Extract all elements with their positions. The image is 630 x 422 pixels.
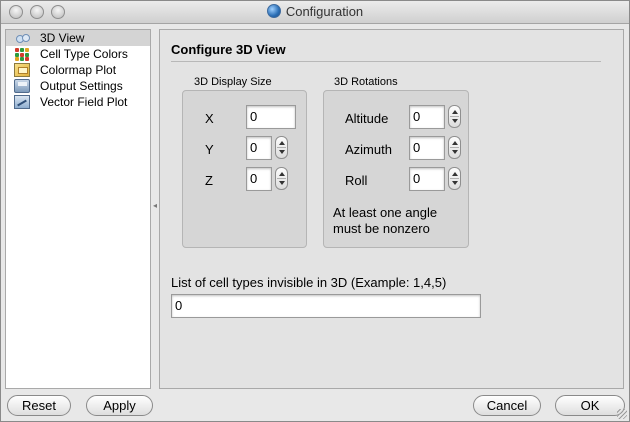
- note-line-2: must be nonzero: [333, 221, 430, 236]
- sidebar-item-colormap-plot[interactable]: Colormap Plot: [6, 62, 150, 78]
- decrement-arrow-icon[interactable]: [279, 181, 285, 185]
- invisible-cell-types-input[interactable]: 0: [171, 294, 481, 318]
- sidebar-item-label: Vector Field Plot: [40, 95, 128, 109]
- roll-label: Roll: [345, 173, 368, 188]
- window-title-wrap: Configuration: [1, 4, 629, 19]
- title-bar: Configuration: [1, 1, 629, 24]
- altitude-stepper[interactable]: [448, 105, 461, 128]
- colormap-icon: [14, 63, 30, 77]
- cube-icon: [14, 31, 30, 45]
- stepper-divider: [277, 178, 286, 179]
- decrement-arrow-icon[interactable]: [452, 119, 458, 123]
- colored-dots-icon: [14, 47, 30, 61]
- x-label: X: [205, 111, 214, 126]
- cancel-button[interactable]: Cancel: [473, 395, 541, 416]
- altitude-label: Altitude: [345, 111, 389, 126]
- window-resize-grip[interactable]: [617, 409, 627, 419]
- increment-arrow-icon[interactable]: [279, 141, 285, 145]
- reset-button[interactable]: Reset: [7, 395, 71, 416]
- z-size-input[interactable]: 0: [246, 167, 272, 191]
- sidebar-item-vector-field-plot[interactable]: Vector Field Plot: [6, 94, 150, 110]
- ok-button[interactable]: OK: [555, 395, 625, 416]
- z-size-stepper[interactable]: [275, 167, 288, 190]
- stepper-divider: [450, 116, 459, 117]
- configuration-window: Configuration 3D View Cell Type Colors C…: [0, 0, 630, 422]
- stepper-divider: [277, 147, 286, 148]
- nonzero-angle-note: At least one angle must be nonzero: [333, 205, 437, 237]
- disk-icon: [14, 79, 30, 93]
- display-size-group: X 0 Y 0 Z 0: [182, 90, 307, 248]
- display-size-group-label: 3D Display Size: [194, 76, 272, 88]
- sidebar-item-label: Output Settings: [40, 79, 123, 93]
- x-size-input[interactable]: 0: [246, 105, 296, 129]
- title-divider: [171, 61, 601, 62]
- increment-arrow-icon[interactable]: [452, 172, 458, 176]
- roll-input[interactable]: 0: [409, 167, 445, 191]
- panel-title: Configure 3D View: [171, 42, 286, 57]
- sidebar-item-3d-view[interactable]: 3D View: [6, 30, 150, 46]
- sidebar-item-label: Cell Type Colors: [40, 47, 128, 61]
- decrement-arrow-icon[interactable]: [452, 181, 458, 185]
- decrement-arrow-icon[interactable]: [279, 150, 285, 154]
- window-title: Configuration: [285, 4, 364, 19]
- sidebar-item-cell-type-colors[interactable]: Cell Type Colors: [6, 46, 150, 62]
- increment-arrow-icon[interactable]: [279, 172, 285, 176]
- vector-icon: [14, 95, 30, 109]
- configure-3d-view-panel: Configure 3D View 3D Display Size X 0 Y …: [159, 29, 624, 389]
- z-label: Z: [205, 173, 213, 188]
- note-line-1: At least one angle: [333, 205, 438, 220]
- sidebar-item-output-settings[interactable]: Output Settings: [6, 78, 150, 94]
- increment-arrow-icon[interactable]: [452, 141, 458, 145]
- y-label: Y: [205, 142, 214, 157]
- apply-button[interactable]: Apply: [86, 395, 153, 416]
- altitude-input[interactable]: 0: [409, 105, 445, 129]
- category-sidebar: 3D View Cell Type Colors Colormap Plot O…: [5, 29, 151, 389]
- roll-stepper[interactable]: [448, 167, 461, 190]
- stepper-divider: [450, 147, 459, 148]
- decrement-arrow-icon[interactable]: [452, 150, 458, 154]
- increment-arrow-icon[interactable]: [452, 110, 458, 114]
- invisible-cell-types-label: List of cell types invisible in 3D (Exam…: [171, 275, 447, 290]
- azimuth-input[interactable]: 0: [409, 136, 445, 160]
- y-size-stepper[interactable]: [275, 136, 288, 159]
- rotations-group: Altitude 0 Azimuth 0 Roll 0 At least one…: [323, 90, 469, 248]
- sidebar-item-label: 3D View: [40, 31, 85, 45]
- sidebar-item-label: Colormap Plot: [40, 63, 117, 77]
- stepper-divider: [450, 178, 459, 179]
- azimuth-label: Azimuth: [345, 142, 392, 157]
- rotations-group-label: 3D Rotations: [334, 76, 398, 88]
- y-size-input[interactable]: 0: [246, 136, 272, 160]
- split-pane-handle[interactable]: ◂: [153, 201, 157, 210]
- app-globe-icon: [266, 4, 281, 18]
- azimuth-stepper[interactable]: [448, 136, 461, 159]
